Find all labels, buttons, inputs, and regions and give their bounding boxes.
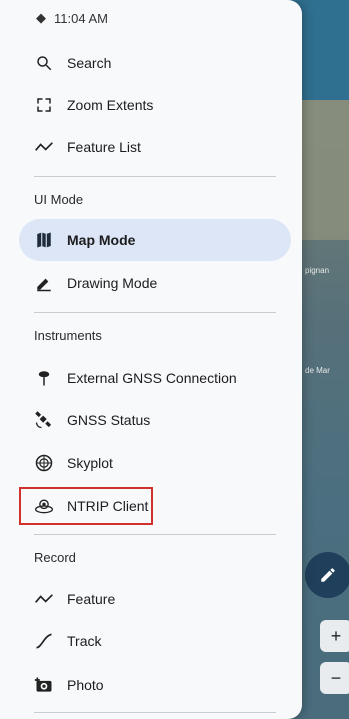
map-icon bbox=[33, 231, 55, 249]
satellite-icon bbox=[33, 410, 55, 430]
menu-item-label: Drawing Mode bbox=[67, 275, 158, 291]
menu-item-label: Map Mode bbox=[67, 232, 136, 248]
section-title-ui-mode: UI Mode bbox=[34, 192, 84, 207]
camera-icon bbox=[33, 675, 55, 695]
menu-item-label: External GNSS Connection bbox=[67, 370, 237, 386]
zoom-in-button[interactable]: + bbox=[320, 620, 349, 652]
menu-item-label: Track bbox=[67, 633, 102, 649]
gnss-antenna-icon bbox=[33, 368, 55, 388]
section-title-instruments: Instruments bbox=[34, 328, 102, 343]
navigation-drawer: ◆ 11:04 AM Search Zoom Extents Feature L… bbox=[0, 0, 302, 719]
section-title-record: Record bbox=[34, 550, 76, 565]
menu-item-feature[interactable]: Feature bbox=[19, 578, 291, 620]
menu-item-label: Skyplot bbox=[67, 455, 113, 471]
divider bbox=[34, 534, 276, 535]
track-icon bbox=[33, 631, 55, 651]
edit-fab[interactable] bbox=[305, 552, 349, 598]
menu-item-label: GNSS Status bbox=[67, 412, 151, 428]
menu-item-feature-list[interactable]: Feature List bbox=[19, 126, 291, 168]
menu-item-map-mode[interactable]: Map Mode bbox=[19, 219, 291, 261]
divider bbox=[34, 712, 276, 713]
menu-item-label: Zoom Extents bbox=[67, 97, 154, 113]
menu-item-skyplot[interactable]: Skyplot bbox=[19, 442, 291, 484]
menu-item-gnss-status[interactable]: GNSS Status bbox=[19, 399, 291, 441]
pencil-icon bbox=[321, 568, 335, 582]
menu-item-drawing-mode[interactable]: Drawing Mode bbox=[19, 262, 291, 304]
menu-item-zoom-extents[interactable]: Zoom Extents bbox=[19, 84, 291, 126]
zoom-out-button[interactable]: − bbox=[320, 662, 349, 694]
map-label-pignan: pignan bbox=[305, 266, 330, 275]
feature-icon bbox=[33, 592, 55, 606]
divider bbox=[34, 176, 276, 177]
feature-list-icon bbox=[33, 140, 55, 154]
menu-item-label: Photo bbox=[67, 677, 104, 693]
map-label-demar: de Mar bbox=[305, 366, 330, 375]
menu-item-external-gnss[interactable]: External GNSS Connection bbox=[19, 357, 291, 399]
divider bbox=[34, 312, 276, 313]
status-row: ◆ 11:04 AM bbox=[36, 10, 108, 26]
time-label: 11:04 AM bbox=[54, 10, 108, 26]
layers-icon: ◆ bbox=[36, 10, 46, 25]
pencil-icon bbox=[33, 274, 55, 292]
menu-item-photo[interactable]: Photo bbox=[19, 664, 291, 706]
zoom-extents-icon bbox=[33, 96, 55, 114]
menu-item-label: Search bbox=[67, 55, 112, 71]
skyplot-icon bbox=[33, 453, 55, 473]
search-icon bbox=[33, 54, 55, 72]
menu-item-label: Feature List bbox=[67, 139, 141, 155]
menu-item-label: Feature bbox=[67, 591, 116, 607]
selection-highlight-box bbox=[19, 487, 153, 525]
menu-item-track[interactable]: Track bbox=[19, 620, 291, 662]
menu-item-search[interactable]: Search bbox=[19, 42, 291, 84]
